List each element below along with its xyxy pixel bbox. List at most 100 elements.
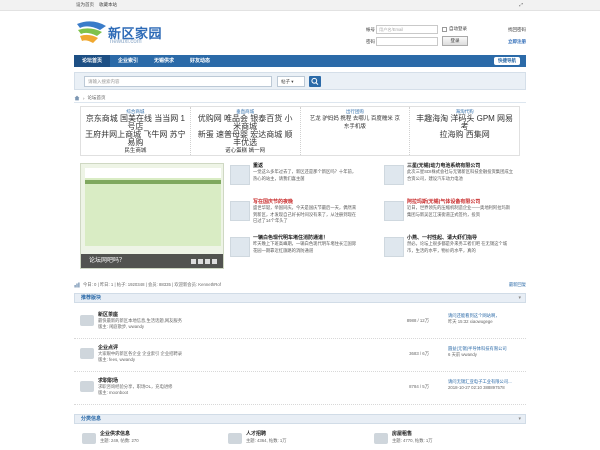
news-text: 昨天晚上下班高峰期，一辆白色现代明车堵住长江国际花园一期靠近红旗路的消防通道	[253, 241, 357, 253]
chart-icon	[74, 282, 80, 287]
forum-icon	[80, 315, 94, 326]
forum-count: 8988 / 12万	[406, 318, 429, 323]
set-home-link[interactable]: 设为首页	[76, 2, 94, 8]
section-title: 推荐版块	[81, 295, 102, 301]
search-icon	[311, 77, 319, 85]
breadcrumb-separator: ›	[83, 95, 85, 101]
login-button[interactable]: 登录	[442, 36, 468, 46]
account-input[interactable]: 用户名/Email	[376, 25, 438, 34]
link-line[interactable]: 艺龙 驴妈妈 携程 去哪儿 百度糯米 京	[305, 115, 406, 123]
link-line[interactable]: 京东商城 国美在线 当当网 1号店	[85, 115, 186, 131]
slide-dot[interactable]	[212, 259, 217, 264]
slide-dot[interactable]	[191, 259, 196, 264]
forum-last-post: 请问还能看到这个网站啊， 昨天 15:32 xiaowugege	[448, 313, 528, 325]
link-line[interactable]: 优购网 唯品会 银泰百货 小米商城	[195, 115, 296, 131]
link-line[interactable]: 东手机版	[305, 123, 406, 131]
slide-image-header	[85, 168, 221, 178]
slide-dot[interactable]	[205, 259, 210, 264]
avatar[interactable]	[230, 201, 250, 221]
password-label: 密码	[366, 39, 375, 44]
avatar[interactable]	[384, 201, 404, 221]
section-header-categories[interactable]: 分类信息 ▾	[74, 414, 526, 424]
last-post-meta: 昨天 15:32 xiaowugege	[448, 319, 493, 324]
section-header-recommended[interactable]: 推荐版块 ▾	[74, 293, 526, 303]
nav-item-supply[interactable]: 无锡供求	[146, 55, 182, 67]
forum-row[interactable]: 新区茶座 最快最新的新区本地信息,生活话题,网友服务 版主: 闲庭散步, wwa…	[74, 310, 526, 339]
logo-text-en: newuxi.com	[110, 39, 142, 45]
auto-login-checkbox[interactable]: 自动登录	[442, 26, 467, 32]
nav-item-companies[interactable]: 企业索引	[110, 55, 146, 67]
forum-row[interactable]: 企业点评 大家眼中的新区各企业 企业索引 企业招聘录 版主: fees, wwa…	[74, 343, 526, 372]
news-column-right: 三星(无锡)动力电池系统有限公司 此次三星SDI株式会社与无锡新区科技金融投资集…	[384, 163, 514, 271]
search-type-select[interactable]: 帖子 ▾	[277, 76, 305, 87]
category-item[interactable]: 人才招聘 主题: 4364, 帖数: 1万	[228, 430, 378, 450]
forum-moderators[interactable]: 版主: fees, wwandy	[98, 357, 135, 363]
find-password-link[interactable]: 找回密码	[508, 27, 526, 33]
slide-image-nav	[85, 180, 221, 184]
search-bar: 请输入搜索内容 帖子 ▾	[74, 72, 526, 90]
news-item[interactable]: 小燕、一村性起、请大虾们指导 然必。论坛上很多都是外来务工者们吧 在无锡这个城市…	[384, 235, 514, 271]
avatar[interactable]	[384, 237, 404, 257]
news-text: 近日，世界领先的压缩机制造企业——奥地利阿拉玛斯集团与新吴区江溪街道正式签约，投…	[407, 205, 511, 217]
forum-moderators[interactable]: 版主: moonboot	[98, 390, 128, 396]
bookmark-link[interactable]: 收藏本站	[99, 2, 117, 8]
home-icon[interactable]	[74, 95, 80, 101]
collapse-icon[interactable]: ▾	[518, 415, 521, 423]
search-button[interactable]	[309, 76, 321, 87]
login-box: 帐号 用户名/Email 自动登录 找回密码 密码 登录 立即注册	[366, 24, 526, 48]
avatar[interactable]	[230, 165, 250, 185]
category-name[interactable]: 企业供求信息	[100, 431, 130, 437]
slideshow[interactable]: 论坛网吧吗？	[80, 163, 224, 269]
category-item[interactable]: 房屋租售 主题: 4770, 帖数: 1万	[374, 430, 524, 450]
news-item[interactable]: 三星(无锡)动力电池系统有限公司 此次三星SDI株式会社与无锡新区科技金融投资集…	[384, 163, 514, 199]
site-logo[interactable]: 新区家园 newuxi.com	[74, 14, 174, 52]
link-line[interactable]: 新蛋 速普母婴 宏达商城 顺丰优选	[195, 131, 296, 147]
forum-moderators[interactable]: 版主: 闲庭散步, wwandy	[98, 324, 144, 330]
link-column: 综合商城 京东商城 国美在线 当当网 1号店 王府井网上商城 飞牛网 苏宁易购 …	[81, 107, 191, 155]
checkbox-icon[interactable]	[442, 26, 447, 32]
link-line[interactable]: 民生商城	[85, 147, 186, 155]
auto-login-label: 自动登录	[449, 26, 467, 31]
news-text: 然必。论坛上很多都是外来务工者们吧 在无锡这个城市，生活的水平，物价的水平，真的	[407, 241, 508, 253]
search-type-label: 帖子	[281, 79, 290, 84]
collapse-icon[interactable]: ▾	[518, 294, 521, 302]
news-item[interactable]: 重返 一觉这么多年过去了，新区还是那个新区吗？十年前，热心的站主，请我们喜主菌	[230, 163, 360, 199]
forum-count: 3683 / 6万	[409, 351, 429, 356]
category-name[interactable]: 人才招聘	[246, 431, 266, 437]
nav-item-feed[interactable]: 好友动态	[182, 55, 218, 67]
news-item[interactable]: 写在国庆节的夜晚 盛世华诞，举国同庆。今天是国庆节最后一天，偶然来到新区，才发现…	[230, 199, 360, 235]
category-stats: 主题: 4770, 帖数: 1万	[392, 438, 433, 443]
avatar[interactable]	[230, 237, 250, 257]
register-link[interactable]: 立即注册	[508, 39, 526, 45]
news-text: 一觉这么多年过去了，新区还是那个新区吗？十年前，热心的站主，请我们喜主菌	[253, 169, 357, 181]
avatar[interactable]	[384, 165, 404, 185]
category-item[interactable]: 企业供求信息 主题: 249, 帖数: 270	[82, 430, 232, 450]
category-stats: 主题: 4364, 帖数: 1万	[246, 438, 287, 443]
search-input[interactable]: 请输入搜索内容	[84, 76, 272, 87]
quick-nav-button[interactable]: 快捷导航	[494, 57, 520, 65]
password-input[interactable]	[376, 37, 438, 46]
link-line[interactable]: 拉海购 西集网	[414, 131, 515, 139]
link-line[interactable]: 丰趣海淘 洋码头 GPM 网易考	[414, 115, 515, 131]
forum-last-post: 请问无锡汇亚电子工业有限公司... 2018-10-27 02:10 38889…	[448, 379, 528, 391]
latest-replies-link[interactable]: 最新回复	[509, 282, 526, 288]
top-bar: 设为首页 收藏本站 ⤢	[0, 0, 600, 11]
last-post-meta: 6 天前 wwandy	[448, 352, 477, 357]
section-title: 分类信息	[81, 416, 102, 422]
link-line[interactable]: 王府井网上商城 飞牛网 苏宁易购	[85, 131, 186, 147]
slide-image[interactable]	[85, 168, 221, 246]
category-name[interactable]: 房屋租售	[392, 431, 412, 437]
news-text: 盛世华诞，举国同庆。今天是国庆节最后一天，偶然来到新区，才发现自己好长时间没有来…	[253, 205, 357, 224]
news-column-left: 重返 一觉这么多年过去了，新区还是那个新区吗？十年前，热心的站主，请我们喜主菌 …	[230, 163, 360, 271]
link-line[interactable]: 诺心蛋糕 嫣一网	[195, 147, 296, 155]
shop-links-panel: 综合商城 京东商城 国美在线 当当网 1号店 王府井网上商城 飞牛网 苏宁易购 …	[80, 106, 520, 156]
news-text: 此次三星SDI株式会社与无锡新区科技金融投资集团成立合资公司，建设汽车动力电池	[407, 169, 513, 181]
slide-dot[interactable]	[198, 259, 203, 264]
news-item[interactable]: 一辆白色现代明车堵住消防通道！ 昨天晚上下班高峰期，一辆白色现代明车堵住长江国际…	[230, 235, 360, 271]
forum-row[interactable]: 求职职场 求职咨询经验分享，职场OL，充电进修 版主: moonboot 878…	[74, 376, 526, 405]
breadcrumb-current[interactable]: 论坛首页	[88, 95, 106, 101]
expand-icon[interactable]: ⤢	[519, 2, 523, 7]
news-item[interactable]: 阿拉玛斯(无锡)气体设备有限公司 近日，世界领先的压缩机制造企业——奥地利阿拉玛…	[384, 199, 514, 235]
nav-item-home[interactable]: 论坛首页	[74, 55, 111, 67]
link-column: 出行团购 艺龙 驴妈妈 携程 去哪儿 百度糯米 京 东手机版	[301, 107, 411, 155]
